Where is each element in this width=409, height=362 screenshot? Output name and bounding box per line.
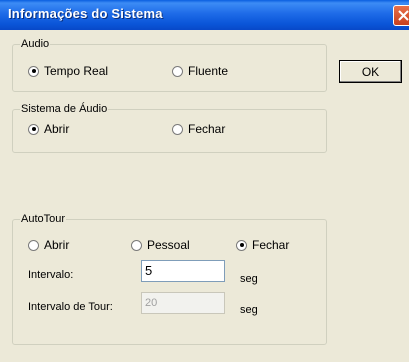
radio-button[interactable] [28, 239, 39, 251]
radio-button[interactable] [172, 65, 183, 77]
radio-sistema-abrir[interactable]: Abrir [28, 122, 69, 136]
radio-label: Fluente [188, 64, 229, 78]
dialog-window: Informações do Sistema Audio Tempo Real … [0, 0, 409, 362]
window-title: Informações do Sistema [8, 6, 163, 21]
title-bar[interactable]: Informações do Sistema [0, 0, 409, 30]
close-button[interactable] [393, 5, 409, 26]
radio-button[interactable] [28, 65, 39, 77]
close-icon [398, 10, 409, 21]
radio-autotour-abrir[interactable]: Abrir [28, 238, 69, 252]
intervalo-unit: seg [240, 273, 258, 285]
ok-button[interactable]: OK [339, 60, 402, 83]
radio-label: Fechar [188, 122, 226, 136]
intervalo-input[interactable]: 5 [141, 260, 225, 282]
radio-label: Fechar [252, 238, 290, 252]
radio-label: Abrir [44, 238, 70, 252]
radio-button[interactable] [236, 239, 247, 251]
autotour-legend: AutoTour [20, 212, 67, 226]
audio-legend: Audio [20, 37, 51, 51]
radio-button[interactable] [131, 239, 142, 251]
radio-autotour-pessoal[interactable]: Pessoal [131, 238, 190, 252]
radio-sistema-fechar[interactable]: Fechar [172, 122, 225, 136]
radio-label: Tempo Real [44, 64, 109, 78]
intervalo-label: Intervalo: [28, 269, 74, 281]
radio-button[interactable] [172, 123, 183, 135]
radio-autotour-fechar[interactable]: Fechar [236, 238, 289, 252]
radio-label: Pessoal [147, 238, 190, 252]
intervalo-tour-unit: seg [240, 304, 258, 316]
intervalo-tour-input[interactable]: 20 [141, 292, 225, 314]
radio-tempo-real[interactable]: Tempo Real [28, 64, 108, 78]
radio-fluente[interactable]: Fluente [172, 64, 228, 78]
intervalo-tour-label: Intervalo de Tour: [28, 301, 113, 313]
radio-label: Abrir [44, 122, 70, 136]
sistema-audio-legend: Sistema de Áudio [20, 102, 109, 116]
radio-button[interactable] [28, 123, 39, 135]
